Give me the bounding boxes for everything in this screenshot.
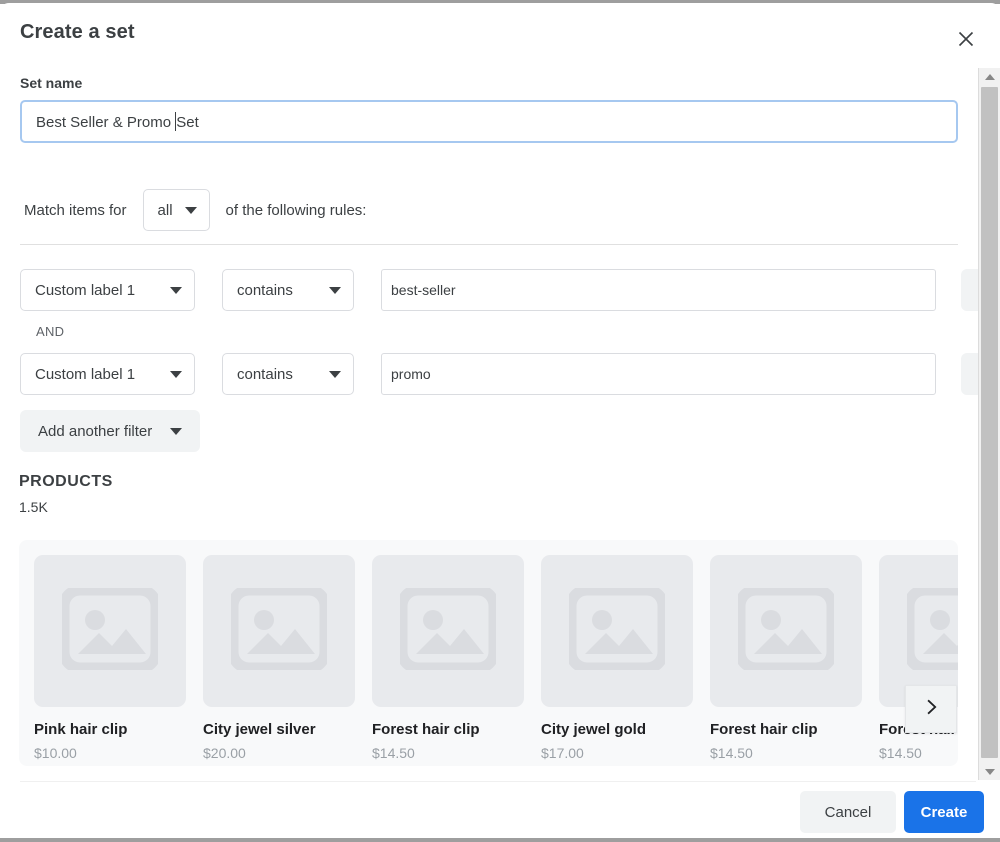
chevron-down-icon [329,286,341,294]
page-title: Create a set [20,21,135,43]
product-card[interactable]: City jewel gold $17.00 [541,555,693,761]
products-count: 1.5K [19,499,48,515]
rule-operator-value: contains [237,365,293,383]
match-label-left: Match items for [24,201,127,219]
product-card[interactable]: City jewel silver $20.00 [203,555,355,761]
image-placeholder-icon [734,584,838,675]
product-title: Forest hair clip [710,721,818,738]
product-title: Pink hair clip [34,721,128,738]
rule-operator-select[interactable]: contains [222,353,354,395]
rule-operator-value: contains [237,281,293,299]
match-type-value: all [157,201,173,219]
rule-value-input[interactable]: promo [381,353,936,395]
image-placeholder-icon [396,584,500,675]
chevron-down-icon [184,206,197,214]
close-icon [956,29,976,49]
product-price: $10.00 [34,745,77,761]
conjunction-label: AND [36,324,65,339]
rule-attribute-value: Custom label 1 [35,365,136,383]
rules-divider [20,244,958,245]
image-placeholder-icon [58,584,162,675]
match-label-right: of the following rules: [225,201,367,219]
product-card[interactable]: Pink hair clip $10.00 [34,555,186,761]
product-price: $14.50 [879,745,922,761]
dialog-footer: Cancel Create [0,782,1000,839]
match-rule-row: Match items for all of the following rul… [24,189,366,231]
filter-rule-row: Custom label 1 contains best-seller [20,269,1000,311]
create-button[interactable]: Create [904,791,984,833]
product-card[interactable]: Forest hair clip $14.50 [372,555,524,761]
product-price: $14.50 [372,745,415,761]
chevron-right-icon [921,697,941,722]
chevron-down-icon [170,427,183,435]
product-thumbnail [203,555,355,707]
chevron-up-icon [984,73,995,80]
chevron-down-icon [170,370,182,378]
rule-attribute-select[interactable]: Custom label 1 [20,269,195,311]
carousel-next-button[interactable] [905,685,957,733]
product-carousel: Pink hair clip $10.00 City jewel silver … [19,540,958,766]
image-placeholder-icon [227,584,331,675]
set-name-value: Best Seller & Promo [36,114,176,131]
cancel-button[interactable]: Cancel [800,791,896,833]
close-button[interactable] [950,23,982,55]
product-price: $20.00 [203,745,246,761]
chevron-down-icon [329,370,341,378]
product-thumbnail [372,555,524,707]
add-another-filter-button[interactable]: Add another filter [20,410,201,452]
image-placeholder-icon [565,584,669,675]
set-name-input[interactable]: Best Seller & Promo Set [20,100,958,143]
product-thumbnail [710,555,862,707]
filter-rule-row: Custom label 1 contains promo [20,353,1000,395]
product-title: City jewel silver [203,721,316,738]
product-title: City jewel gold [541,721,647,738]
scrollbar-thumb[interactable] [981,87,998,758]
create-set-dialog: Create a set Set name Best Seller & Prom… [0,3,1000,839]
chevron-down-icon [170,286,182,294]
rule-operator-select[interactable]: contains [222,269,354,311]
chevron-down-icon [984,768,995,775]
product-title: Forest hair clip [372,721,480,738]
product-thumbnail [34,555,186,707]
image-placeholder-icon [903,584,958,675]
product-price: $17.00 [541,745,584,761]
rule-value-input[interactable]: best-seller [381,269,936,311]
match-type-select[interactable]: all [142,189,210,231]
dialog-body: Set name Best Seller & Promo Set Match i… [0,65,1000,780]
products-heading: PRODUCTS [19,473,113,490]
product-carousel-track: Pink hair clip $10.00 City jewel silver … [34,555,958,761]
product-thumbnail [541,555,693,707]
scroll-up-button[interactable] [979,68,1000,85]
product-card[interactable]: Forest hair clip $14.50 [710,555,862,761]
product-price: $14.50 [710,745,753,761]
add-another-filter-label: Add another filter [38,422,153,440]
set-name-value-tail: Set [176,114,199,131]
window-bottom-edge [0,838,1000,842]
rule-attribute-select[interactable]: Custom label 1 [20,353,195,395]
rule-attribute-value: Custom label 1 [35,281,136,299]
scroll-down-button[interactable] [979,763,1000,780]
set-name-value-wrap: Best Seller & Promo Set [22,112,199,131]
vertical-scrollbar[interactable] [978,68,1000,780]
set-name-label: Set name [20,75,83,91]
